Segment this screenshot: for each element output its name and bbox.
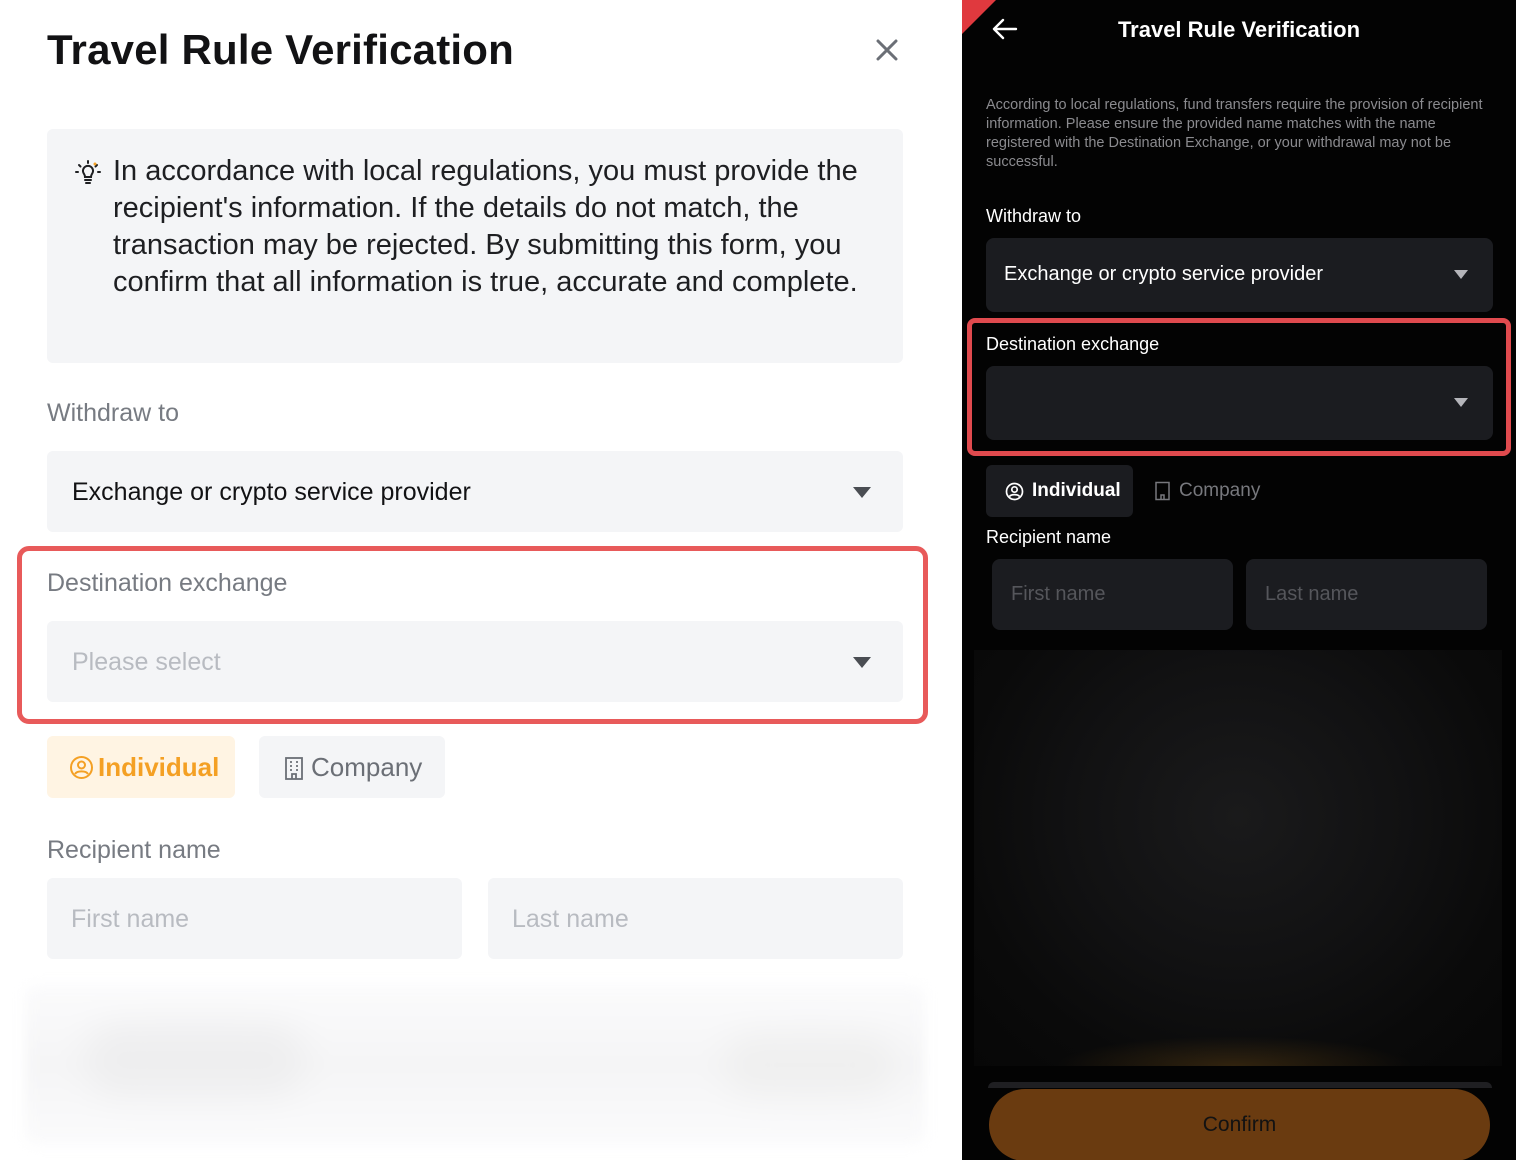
caret-down-icon [853, 657, 871, 668]
caret-down-icon [853, 487, 871, 498]
withdraw-to-value: Exchange or crypto service provider [72, 478, 471, 506]
destination-exchange-select[interactable]: Please select [47, 621, 903, 702]
user-circle-icon [1005, 482, 1024, 501]
comparison-screenshot: Travel Rule Verification In accordance w… [0, 0, 1516, 1160]
last-name-placeholder: Last name [512, 905, 629, 933]
blur-shape [725, 1035, 895, 1095]
first-name-input[interactable]: First name [47, 878, 462, 959]
caret-down-icon [1454, 270, 1468, 279]
destination-exchange-label: Destination exchange [986, 334, 1160, 354]
user-circle-icon [69, 755, 94, 780]
first-name-placeholder: First name [71, 905, 190, 933]
last-name-input[interactable]: Last name [1246, 559, 1487, 630]
tab-company[interactable]: Company [1144, 465, 1274, 517]
screen-title-text: Travel Rule Verification [1117, 17, 1361, 42]
tab-company[interactable]: Company [259, 736, 445, 798]
recipient-name-label: Recipient name [47, 836, 221, 864]
tab-individual[interactable]: Individual [47, 736, 235, 798]
dark-mobile-screen: Travel Rule Verification According to lo… [962, 0, 1516, 1160]
tab-individual[interactable]: Individual [986, 465, 1133, 517]
lightbulb-icon [73, 157, 103, 187]
building-icon [1154, 481, 1171, 501]
close-icon[interactable] [872, 35, 902, 65]
tab-individual-label: Individual [98, 752, 220, 782]
tab-company-label: Company [311, 752, 423, 782]
light-modal: Travel Rule Verification In accordance w… [0, 0, 962, 1160]
destination-exchange-label: Destination exchange [47, 569, 288, 597]
screen-title: Travel Rule Verification [962, 17, 1516, 43]
regulation-notice: In accordance with local regulations, yo… [47, 129, 903, 363]
destination-placeholder: Please select [72, 648, 221, 676]
last-name-placeholder: Last name [1265, 583, 1359, 605]
withdraw-to-label: Withdraw to [986, 206, 1082, 226]
confirm-button[interactable]: Confirm [989, 1089, 1490, 1160]
modal-title: Travel Rule Verification [47, 26, 514, 73]
blurred-footer [25, 985, 925, 1145]
first-name-input[interactable]: First name [992, 559, 1233, 630]
withdraw-to-select[interactable]: Exchange or crypto service provider [986, 238, 1493, 312]
tab-individual-label: Individual [1032, 480, 1121, 501]
recipient-name-label: Recipient name [986, 527, 1112, 547]
blurred-content-area [974, 650, 1502, 1066]
destination-exchange-select[interactable] [986, 366, 1493, 440]
glow-shape [1054, 1036, 1414, 1066]
first-name-placeholder: First name [1011, 583, 1106, 605]
regulation-description: According to local regulations, fund tra… [986, 97, 1483, 170]
last-name-input[interactable]: Last name [488, 878, 903, 959]
blur-shape [85, 1025, 305, 1095]
withdraw-to-value: Exchange or crypto service provider [1004, 263, 1324, 285]
caret-down-icon [1454, 398, 1468, 407]
confirm-button-label: Confirm [1202, 1113, 1277, 1136]
notice-text: In accordance with local regulations, yo… [113, 155, 858, 298]
tab-company-label: Company [1179, 480, 1261, 501]
withdraw-to-label: Withdraw to [47, 399, 179, 427]
divider [988, 1082, 1492, 1088]
withdraw-to-select[interactable]: Exchange or crypto service provider [47, 451, 903, 532]
building-icon [283, 756, 305, 780]
